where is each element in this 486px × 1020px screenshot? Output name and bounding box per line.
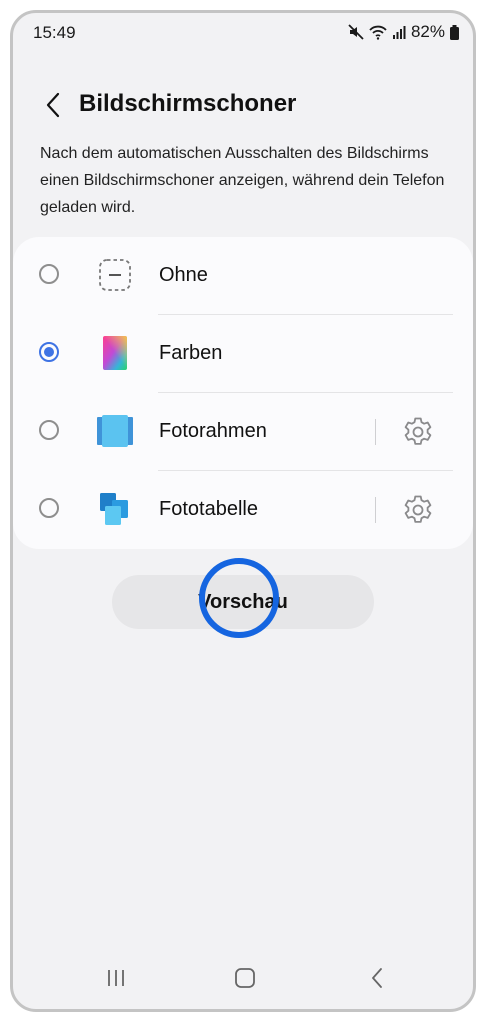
radio-fototabelle[interactable] (39, 498, 59, 518)
status-time: 15:49 (33, 23, 76, 42)
back-button[interactable] (35, 87, 71, 123)
mute-icon (348, 24, 364, 40)
option-ohne[interactable]: Ohne (13, 237, 473, 315)
wifi-icon (369, 24, 387, 40)
colors-icon (103, 336, 127, 370)
option-label-farben: Farben (159, 342, 223, 364)
option-label-ohne: Ohne (159, 264, 208, 286)
radio-fotorahmen[interactable] (39, 420, 59, 440)
header: Bildschirmschoner (13, 83, 473, 127)
nav-back-button[interactable] (362, 963, 392, 993)
radio-ohne[interactable] (39, 264, 59, 284)
option-label-fototabelle: Fototabelle (159, 498, 258, 520)
status-bar: 15:49 82% (13, 13, 473, 53)
chevron-left-icon (46, 92, 60, 118)
back-icon (372, 968, 382, 988)
gear-icon[interactable] (401, 415, 435, 449)
none-icon (99, 259, 131, 291)
phone-frame: 15:49 82% Bildschirmschoner Nach dem aut… (10, 10, 476, 1012)
home-icon (235, 968, 255, 988)
signal-icon (392, 24, 406, 40)
recents-button[interactable] (101, 963, 131, 993)
photo-frame-icon (97, 415, 133, 447)
radio-farben[interactable] (39, 342, 59, 362)
option-fotorahmen[interactable]: Fotorahmen (13, 393, 473, 471)
preview-button[interactable]: Vorschau (112, 575, 374, 629)
preview-button-label: Vorschau (198, 590, 288, 613)
screensaver-options-list: Ohne Farben Fotorahmen Fototabelle (13, 237, 473, 549)
option-label-fotorahmen: Fotorahmen (159, 420, 267, 442)
option-fototabelle[interactable]: Fototabelle (13, 471, 473, 549)
page-title: Bildschirmschoner (79, 90, 297, 117)
gear-icon[interactable] (401, 493, 435, 527)
settings-separator (375, 419, 376, 445)
home-button[interactable] (230, 963, 260, 993)
status-icons: 82% (348, 22, 459, 42)
photo-table-icon (100, 493, 128, 525)
option-farben[interactable]: Farben (13, 315, 473, 393)
recents-icon (108, 970, 124, 986)
battery-icon (450, 24, 459, 40)
settings-separator (375, 497, 376, 523)
battery-percent: 82% (410, 22, 445, 41)
description-text: Nach dem automatischen Ausschalten des B… (40, 145, 445, 216)
navigation-bar (13, 949, 473, 1009)
